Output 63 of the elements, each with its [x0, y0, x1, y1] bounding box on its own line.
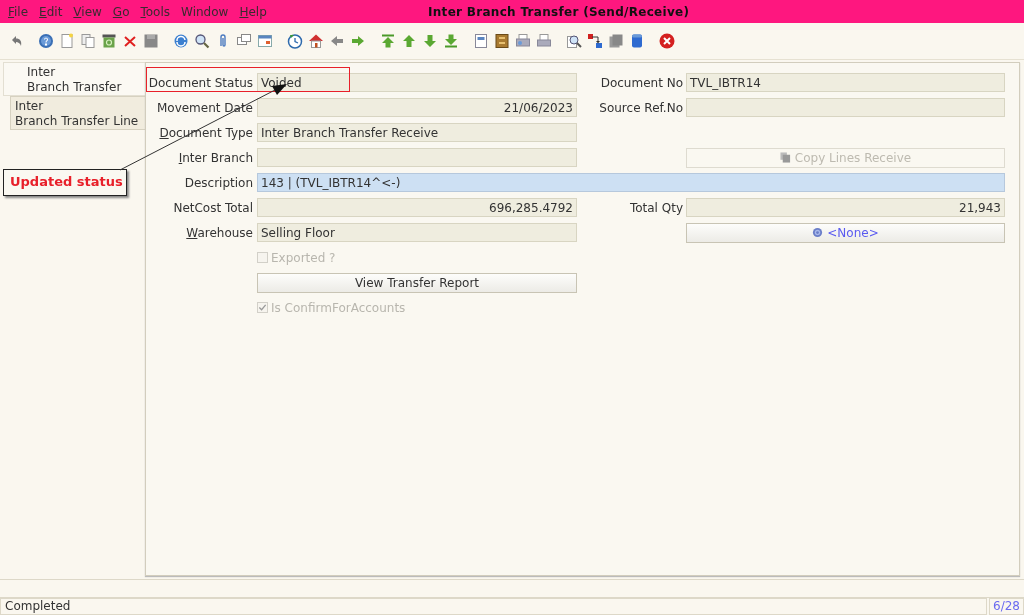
- help-icon[interactable]: [38, 33, 54, 49]
- button[interactable]: <None>: [686, 222, 1005, 243]
- checkbox-label: Is ConfirmForAccounts: [271, 300, 406, 315]
- right-arrow-icon[interactable]: [350, 33, 366, 49]
- menu-item[interactable]: Help: [239, 4, 272, 19]
- gear-icon: [812, 227, 824, 238]
- field-label: Description: [183, 175, 254, 190]
- field-label: Source Ref.No: [598, 100, 684, 115]
- last-record-icon[interactable]: [443, 33, 459, 49]
- field-label: NetCost Total: [172, 200, 254, 215]
- field-label: Inter Branch: [177, 150, 254, 165]
- calendar-icon[interactable]: [257, 33, 273, 49]
- flow-icon[interactable]: [587, 33, 603, 49]
- input-field[interactable]: 696,285.4792: [257, 198, 577, 217]
- input-field[interactable]: 143 | (TVL_IBTR14^<-): [257, 173, 1005, 192]
- window-stack-icon[interactable]: [608, 33, 624, 49]
- field-label: Document Status: [148, 75, 254, 90]
- record-counter: 6/28: [989, 598, 1024, 615]
- report-icon[interactable]: [473, 33, 489, 49]
- save-icon[interactable]: [143, 33, 159, 49]
- database-icon[interactable]: [629, 33, 645, 49]
- input-field[interactable]: Selling Floor: [257, 223, 577, 242]
- button[interactable]: View Transfer Report: [257, 272, 577, 293]
- copy-icon[interactable]: [80, 33, 96, 49]
- menu-item[interactable]: Edit: [39, 4, 68, 19]
- field-label: Warehouse: [185, 225, 254, 240]
- menu-item[interactable]: View: [73, 4, 107, 19]
- input-field[interactable]: Voided: [257, 73, 577, 92]
- field-label: Document No: [599, 75, 684, 90]
- input-field[interactable]: Inter Branch Transfer Receive: [257, 123, 577, 142]
- close-icon[interactable]: [659, 33, 675, 49]
- printer-icon[interactable]: [515, 33, 531, 49]
- menu-item[interactable]: Tools: [140, 4, 176, 19]
- status-message: Completed: [0, 598, 988, 615]
- checkbox-label: Exported ?: [271, 250, 336, 265]
- menu-item[interactable]: Window: [181, 4, 234, 19]
- down-arrow-icon[interactable]: [422, 33, 438, 49]
- field-label: Total Qty: [628, 200, 684, 215]
- up-arrow-icon[interactable]: [401, 33, 417, 49]
- new-document-icon[interactable]: [59, 33, 75, 49]
- first-record-icon[interactable]: [380, 33, 396, 49]
- window-title: Inter Branch Transfer (Send/Receive): [428, 4, 690, 19]
- input-field[interactable]: TVL_IBTR14: [686, 73, 1005, 92]
- tab[interactable]: Inter Branch Transfer: [3, 62, 145, 96]
- printer-icon[interactable]: [536, 33, 552, 49]
- recycle-bin-icon[interactable]: [101, 33, 117, 49]
- home-icon[interactable]: [308, 33, 324, 49]
- callout-label: Updated status: [3, 169, 127, 196]
- input-field[interactable]: [686, 98, 1005, 117]
- search-icon[interactable]: [194, 33, 210, 49]
- delete-icon[interactable]: [122, 33, 138, 49]
- tab[interactable]: Inter Branch Transfer Line: [10, 96, 145, 130]
- input-field[interactable]: 21/06/2023: [257, 98, 577, 117]
- menu-item[interactable]: File: [8, 4, 34, 19]
- input-field[interactable]: [257, 148, 577, 167]
- input-field[interactable]: 21,943: [686, 198, 1005, 217]
- clock-icon[interactable]: [287, 33, 303, 49]
- cabinet-icon[interactable]: [494, 33, 510, 49]
- left-arrow-icon[interactable]: [329, 33, 345, 49]
- menu-item[interactable]: Go: [112, 4, 135, 19]
- refresh-icon[interactable]: [173, 33, 189, 49]
- copy-icon: [779, 152, 791, 163]
- zoom-icon[interactable]: [566, 33, 582, 49]
